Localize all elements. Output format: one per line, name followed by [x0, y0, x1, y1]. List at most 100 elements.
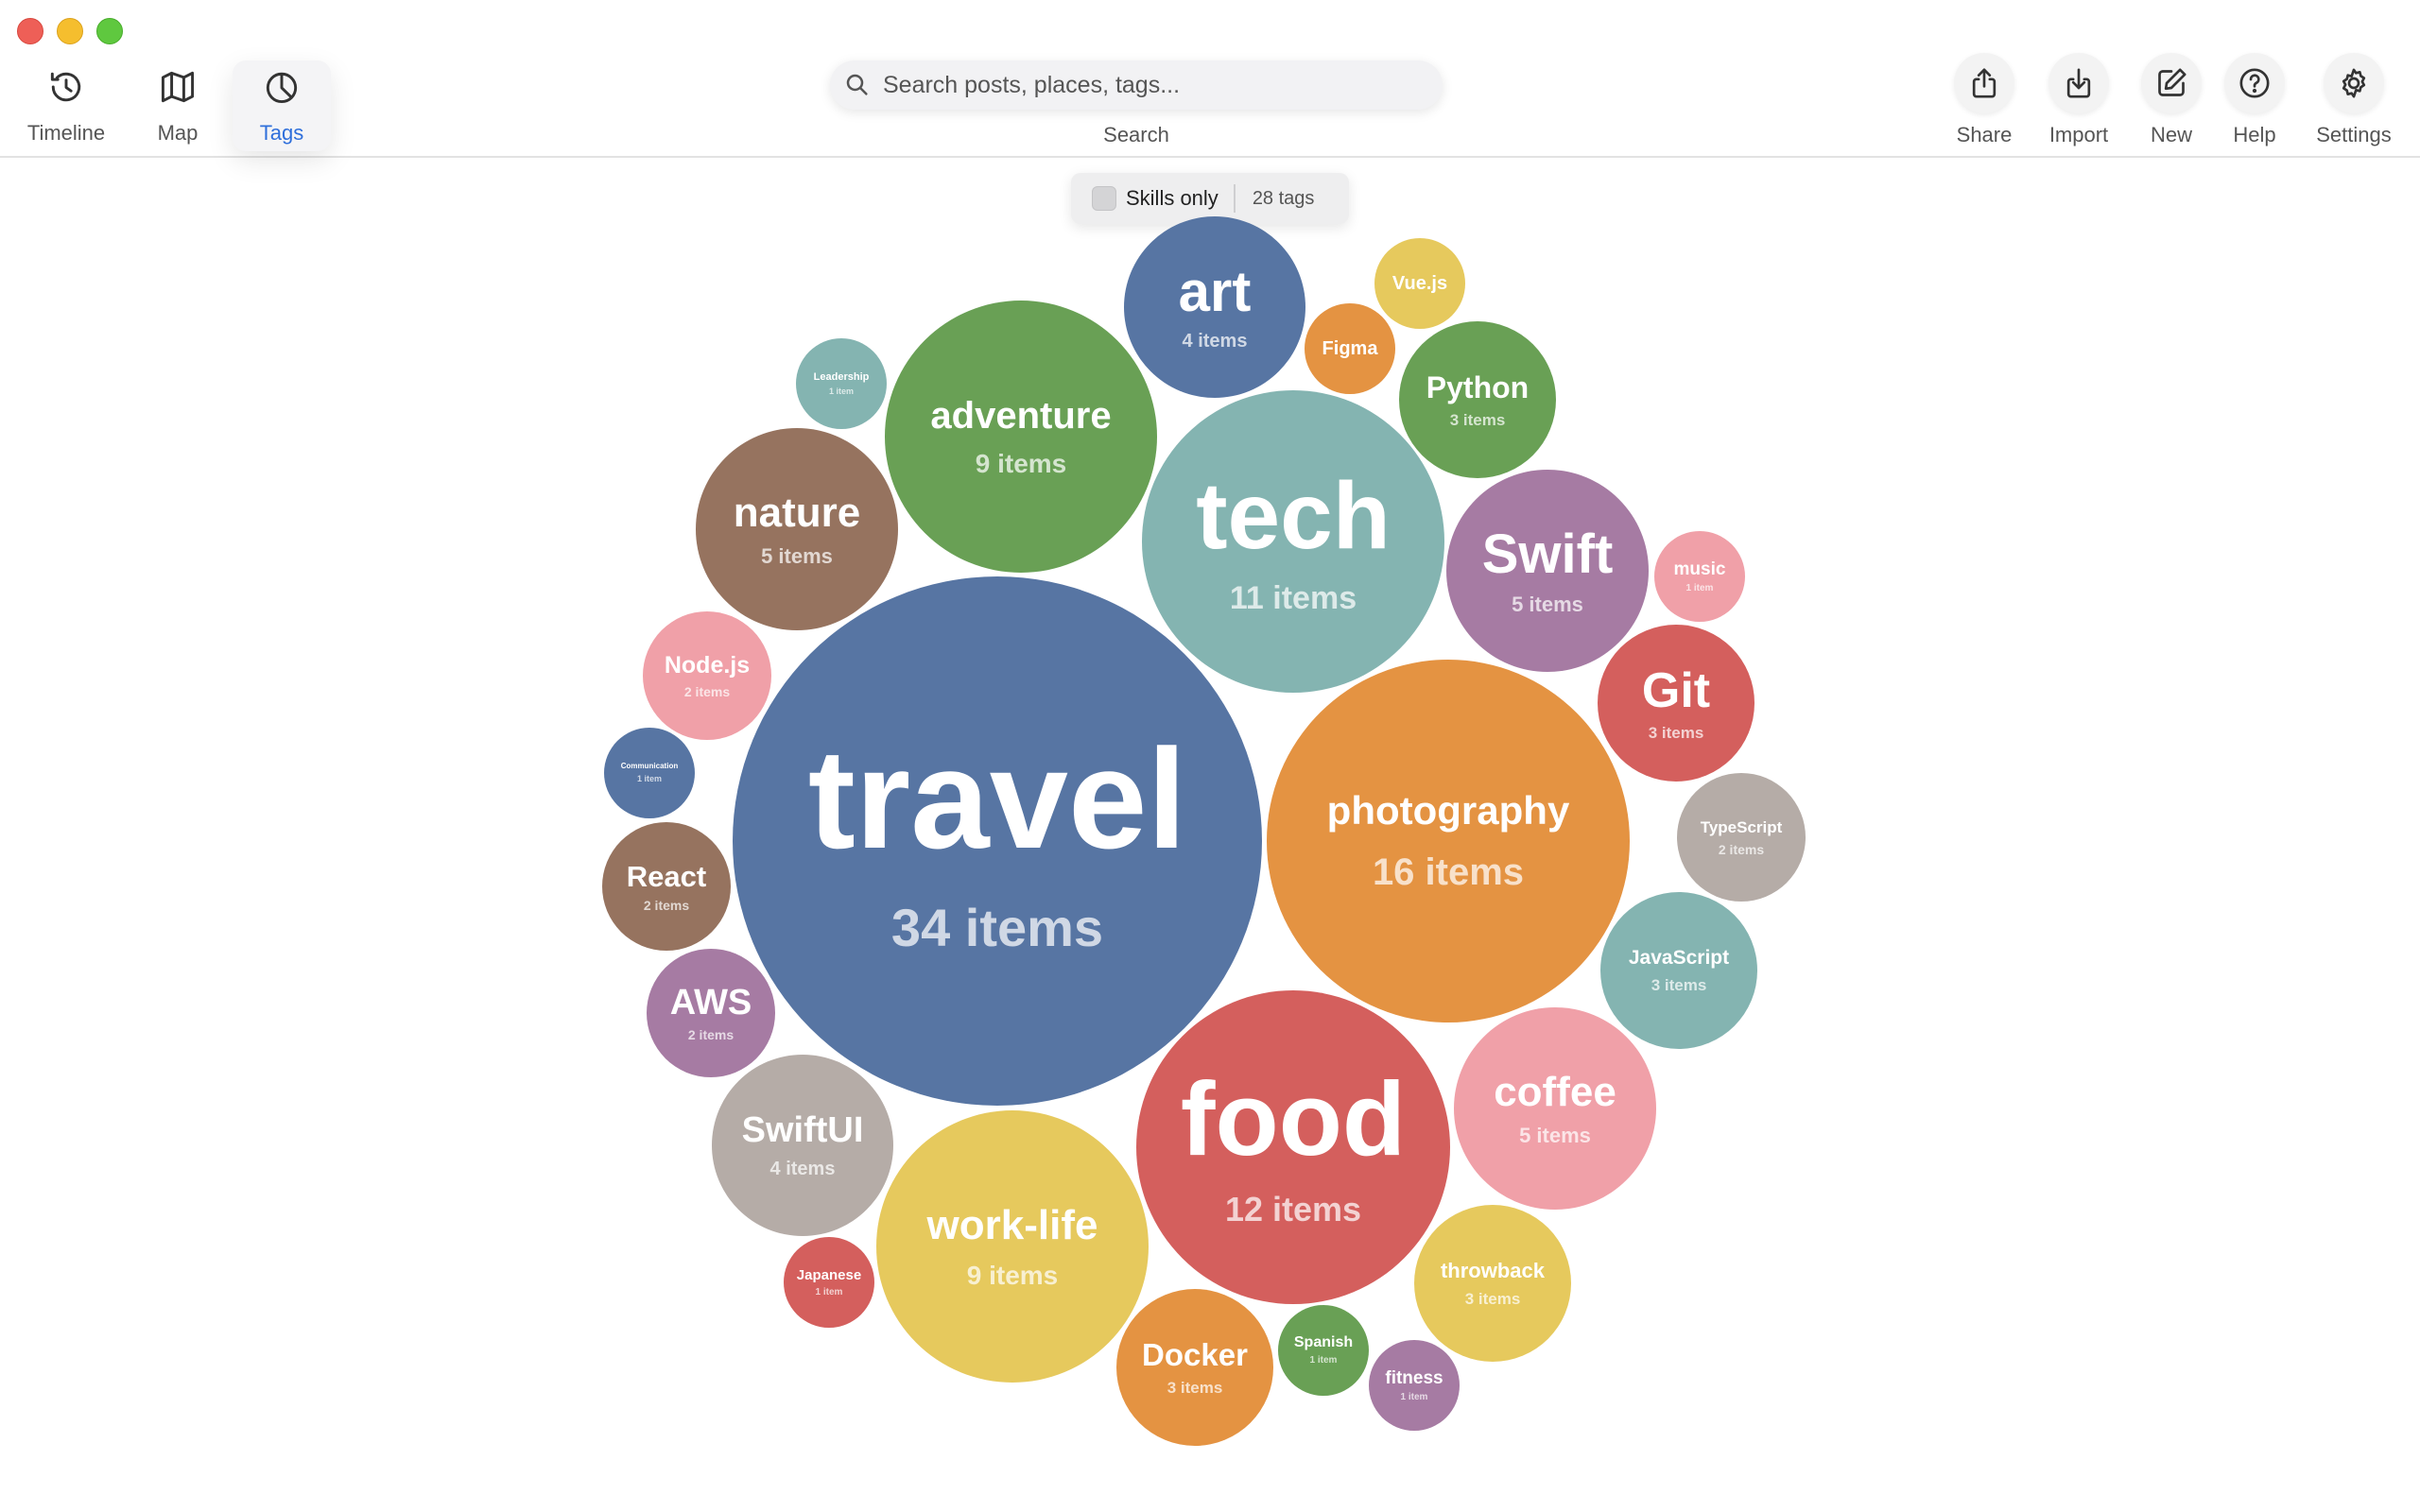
search-input[interactable] — [881, 70, 1414, 100]
new-button[interactable]: New — [2129, 53, 2214, 151]
tag-bubble-typescript[interactable]: TypeScript 2 items — [1677, 773, 1806, 902]
tag-bubble-tech[interactable]: tech 11 items — [1142, 390, 1444, 693]
tag-bubble-python[interactable]: Python 3 items — [1399, 321, 1556, 478]
tag-bubble-nature[interactable]: nature 5 items — [696, 428, 898, 630]
tag-count-label: 12 items — [1224, 1190, 1362, 1228]
tag-bubble-work-life[interactable]: work-life 9 items — [876, 1110, 1149, 1383]
compose-icon — [2158, 68, 2187, 96]
tag-bubble-swift[interactable]: Swift 5 items — [1446, 470, 1649, 672]
share-icon — [1972, 68, 1996, 98]
tag-count-label: 11 items — [1229, 580, 1357, 616]
tags-button[interactable]: Tags — [233, 60, 331, 151]
skills-only-label: Skills only — [1126, 186, 1219, 210]
timeline-label: Timeline — [26, 121, 106, 145]
tags-label: Tags — [259, 121, 304, 145]
tag-count-label: 34 items — [890, 898, 1104, 957]
tag-count-label: 9 items — [975, 448, 1067, 478]
tag-bubble-japanese[interactable]: Japanese 1 item — [784, 1237, 874, 1328]
help-label: Help — [2233, 123, 2276, 146]
tag-bubble-spanish[interactable]: Spanish 1 item — [1278, 1305, 1369, 1396]
help-button[interactable]: Help — [2212, 53, 2297, 151]
tag-count-label: 2 items — [643, 897, 690, 913]
tag-bubble-food[interactable]: food 12 items — [1136, 990, 1450, 1304]
tag-name: JavaScript — [1628, 947, 1730, 969]
help-icon — [2239, 68, 2270, 98]
clock-icon — [50, 72, 81, 102]
tag-bubble-node-js[interactable]: Node.js 2 items — [643, 611, 771, 740]
tag-name: Docker — [1142, 1337, 1248, 1372]
tag-bubble-throwback[interactable]: throwback 3 items — [1414, 1205, 1571, 1362]
timeline-button[interactable]: Timeline — [11, 60, 121, 151]
tag-bubble-javascript[interactable]: JavaScript 3 items — [1600, 892, 1757, 1049]
skills-only-checkbox[interactable] — [1092, 186, 1116, 211]
tag-name: coffee — [1494, 1068, 1616, 1115]
tag-count-label: 1 item — [1400, 1391, 1428, 1402]
tag-count-label: 4 items — [1182, 331, 1248, 352]
tag-name: Python — [1426, 369, 1530, 404]
tag-name: Node.js — [664, 651, 751, 679]
tag-name: Figma — [1322, 338, 1378, 359]
tag-name: adventure — [930, 394, 1112, 437]
tag-name: throwback — [1440, 1258, 1546, 1282]
map-button[interactable]: Map — [138, 60, 217, 151]
tag-count-label: 3 items — [1648, 723, 1704, 742]
tag-name: fitness — [1385, 1367, 1443, 1388]
search-icon — [846, 74, 868, 95]
tag-bubble-git[interactable]: Git 3 items — [1598, 625, 1754, 782]
tag-count-label: 2 items — [1718, 841, 1765, 857]
pie-chart-icon — [266, 72, 298, 104]
tag-count-label: 16 items — [1372, 851, 1525, 893]
tag-bubble-fitness[interactable]: fitness 1 item — [1369, 1340, 1460, 1431]
search-field[interactable] — [830, 60, 1443, 110]
tag-bubble-docker[interactable]: Docker 3 items — [1116, 1289, 1273, 1446]
import-label: Import — [2048, 123, 2109, 146]
tag-name: TypeScript — [1700, 817, 1783, 836]
gear-icon — [2342, 68, 2366, 98]
tag-count-label: 2 items — [683, 683, 731, 699]
share-button[interactable]: Share — [1942, 53, 2027, 151]
tag-count-label: 4 items — [769, 1159, 836, 1179]
tag-name: photography — [1326, 788, 1570, 833]
tag-bubble-photography[interactable]: photography 16 items — [1267, 660, 1630, 1022]
tag-name: food — [1180, 1061, 1407, 1177]
import-button[interactable]: Import — [2036, 53, 2121, 151]
filter-divider — [1233, 184, 1236, 213]
tag-bubble-travel[interactable]: travel 34 items — [733, 576, 1262, 1106]
tag-bubble-art[interactable]: art 4 items — [1124, 216, 1305, 398]
tag-name: SwiftUI — [741, 1110, 864, 1150]
tag-bubble-figma[interactable]: Figma — [1305, 303, 1395, 394]
tag-name: tech — [1196, 463, 1391, 569]
tag-bubble-aws[interactable]: AWS 2 items — [647, 949, 775, 1077]
search-area: Search — [830, 60, 1443, 147]
tag-bubble-adventure[interactable]: adventure 9 items — [885, 301, 1157, 573]
tag-count-label: 1 item — [828, 386, 854, 396]
tag-name: Git — [1641, 662, 1711, 718]
tag-bubble-vue-js[interactable]: Vue.js — [1374, 238, 1465, 329]
tag-bubble-swiftui[interactable]: SwiftUI 4 items — [712, 1055, 893, 1236]
tag-count: 28 tags — [1252, 187, 1315, 209]
tag-name: Japanese — [796, 1266, 862, 1283]
tag-name: Swift — [1481, 523, 1614, 585]
tag-name: Communication — [620, 762, 679, 770]
import-icon — [2066, 68, 2091, 98]
settings-button[interactable]: Settings — [2307, 53, 2401, 151]
settings-label: Settings — [2316, 123, 2392, 146]
tag-bubble-leadership[interactable]: Leadership 1 item — [796, 338, 887, 429]
tag-count-label: 3 items — [1651, 976, 1707, 994]
tag-count-label: 3 items — [1449, 410, 1506, 429]
new-label: New — [2150, 123, 2192, 146]
tag-count-label: 9 items — [966, 1260, 1059, 1290]
tag-count-label: 3 items — [1464, 1289, 1521, 1308]
tag-name: Vue.js — [1392, 273, 1448, 294]
share-label: Share — [1956, 123, 2013, 146]
tag-count-label: 1 item — [815, 1286, 843, 1297]
tag-bubble-coffee[interactable]: coffee 5 items — [1454, 1007, 1656, 1210]
tag-bubble-communication[interactable]: Communication 1 item — [604, 728, 695, 818]
toolbar: Timeline Map Tags Search Share — [0, 0, 2420, 158]
tag-name: React — [626, 859, 707, 893]
tag-count-label: 1 item — [1685, 582, 1714, 593]
tag-name: art — [1178, 260, 1252, 323]
tag-bubble-chart: travel 34 items photography 16 items food 12 … — [0, 0, 2420, 1512]
tag-bubble-music[interactable]: music 1 item — [1654, 531, 1745, 622]
tag-bubble-react[interactable]: React 2 items — [602, 822, 731, 951]
